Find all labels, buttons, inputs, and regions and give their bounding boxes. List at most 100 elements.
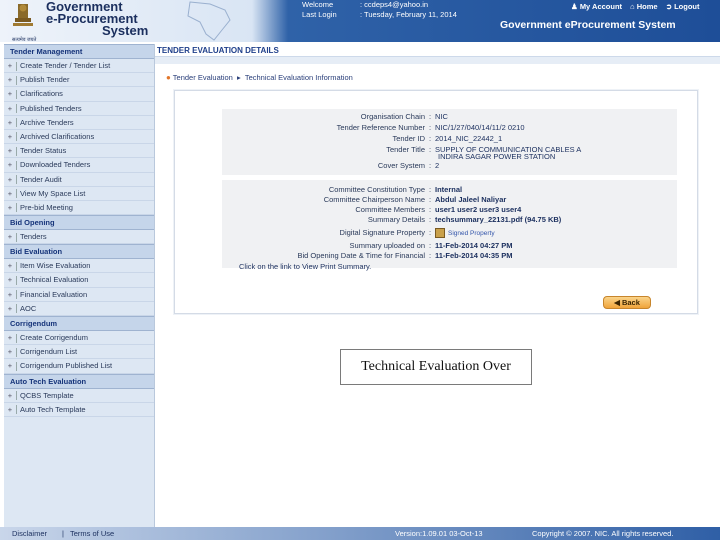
breadcrumb-item-tender-evaluation[interactable]: Tender Evaluation [173, 73, 233, 82]
item-divider [16, 75, 17, 85]
expand-icon: + [7, 333, 13, 342]
home-link[interactable]: ⌂ Home [630, 2, 657, 11]
sidebar-item-label: Archived Clarifications [20, 131, 95, 141]
breadcrumb-item-technical-evaluation: Technical Evaluation Information [244, 73, 353, 82]
tender-id-label: Tender ID [392, 134, 425, 143]
signature-icon [435, 228, 445, 239]
committee-type-value: Internal [435, 185, 463, 194]
sidebar-item[interactable]: + Corrigendum Published List [4, 359, 154, 374]
item-divider [16, 304, 17, 314]
sidebar-item[interactable]: + Tenders [4, 230, 154, 245]
sidebar-item[interactable]: + Tender Status [4, 144, 154, 159]
expand-icon: + [7, 117, 13, 127]
tender-id-row: Tender ID:2014_NIC_22442_1 [300, 134, 502, 143]
expand-icon: + [7, 61, 13, 70]
item-divider [16, 132, 17, 142]
sidebar-item[interactable]: + Financial Evaluation [4, 288, 154, 302]
welcome-value: : ccdeps4@yahoo.in [360, 0, 429, 9]
tender-ref-label: Tender Reference Number [336, 123, 425, 132]
logout-label: Logout [674, 2, 700, 11]
sidebar-item-label: View My Space List [20, 188, 86, 198]
item-divider [16, 347, 17, 357]
members-value: user1 user2 user3 user4 [435, 205, 522, 214]
my-account-link[interactable]: ♟ My Account [571, 2, 622, 11]
sidebar-item[interactable]: + Tender Audit [4, 173, 154, 187]
logout-link[interactable]: ➲ Logout [666, 2, 700, 11]
chairperson-row: Committee Chairperson Name: Abdul Jaleel … [240, 195, 507, 204]
disclaimer-link[interactable]: Disclaimer [12, 529, 47, 538]
system-title: Government eProcurement System [500, 19, 676, 31]
signed-property-link[interactable]: Signed Property [448, 229, 495, 238]
expand-icon: + [7, 131, 13, 141]
sidebar-item[interactable]: + Corrigendum List [4, 345, 154, 360]
expand-icon: + [7, 289, 13, 299]
sidebar-item[interactable]: + Item Wise Evaluation [4, 259, 154, 274]
sidebar-section-title: Bid Opening [4, 215, 154, 231]
emblem-motto: सत्यमेव जयते [12, 37, 37, 43]
sidebar-item-label: Pre-bid Meeting [20, 202, 73, 212]
sidebar-item-label: Downloaded Tenders [20, 160, 91, 170]
last-login-value: : Tuesday, February 11, 2014 [360, 10, 457, 19]
cover-system-value: 2 [435, 161, 440, 170]
summary-row: Summary Details: techsummary_22131.pdf (9… [240, 215, 561, 224]
sidebar-section-title: Corrigendum [4, 316, 154, 331]
sidebar-item[interactable]: + Auto Tech Template [4, 403, 154, 417]
bid-opening-value: 11-Feb-2014 04:35 PM [435, 251, 513, 260]
last-login-label: Last Login [302, 10, 337, 19]
item-divider [16, 391, 17, 401]
item-divider [16, 261, 17, 271]
sidebar-item[interactable]: + Create Tender / Tender List [4, 59, 154, 74]
breadcrumb: ● Tender Evaluation ▸ Technical Evaluati… [166, 73, 353, 82]
back-button[interactable]: ◀ Back [603, 296, 651, 309]
sidebar-item-label: Technical Evaluation [20, 275, 89, 285]
sidebar-item[interactable]: + Create Corrigendum [4, 331, 154, 346]
sidebar-item[interactable]: + QCBS Template [4, 389, 154, 403]
sidebar-item[interactable]: + Downloaded Tenders [4, 158, 154, 173]
tender-title-row-2: INDIRA SAGAR POWER STATION [438, 152, 555, 161]
sidebar-item-label: Corrigendum Published List [20, 361, 113, 371]
sidebar-item[interactable]: + View My Space List [4, 187, 154, 201]
sidebar-item[interactable]: + Published Tenders [4, 102, 154, 116]
sidebar-item[interactable]: + AOC [4, 302, 154, 316]
chairperson-label: Committee Chairperson Name [323, 195, 425, 204]
emblem-icon [13, 4, 33, 26]
expand-icon: + [7, 188, 13, 198]
committee-type-row: Committee Constitution Type: Internal [240, 185, 462, 194]
sidebar-item[interactable]: + Archive Tenders [4, 116, 154, 130]
expand-icon: + [7, 404, 13, 414]
sidebar-item[interactable]: + Archived Clarifications [4, 130, 154, 145]
sidebar-item-label: Tender Status [20, 146, 67, 156]
item-divider [16, 118, 17, 128]
sidebar-item[interactable]: + Technical Evaluation [4, 273, 154, 288]
expand-icon: + [7, 160, 13, 170]
sidebar-section-title: Bid Evaluation [4, 244, 154, 260]
sidebar-section-title: Auto Tech Evaluation [4, 373, 154, 389]
item-divider [16, 175, 17, 185]
brand-line-3: System [102, 23, 149, 38]
summary-file-link[interactable]: techsummary_22131.pdf (94.75 KB) [435, 215, 561, 224]
welcome-block: Welcome: ccdeps4@yahoo.in Last Login: Tu… [302, 0, 457, 20]
expand-icon: + [7, 75, 13, 85]
print-summary-link[interactable]: Click on the link to View Print Summary. [239, 262, 371, 271]
item-divider [16, 104, 17, 114]
footer: Disclaimer | Terms of Use Version:1.09.0… [0, 527, 720, 540]
sidebar-item-label: Tender Audit [20, 174, 62, 184]
sidebar-item-label: Financial Evaluation [20, 289, 88, 299]
bid-opening-row: Bid Opening Date & Time for Financial:11… [240, 251, 513, 260]
sidebar-item-label: Auto Tech Template [20, 404, 86, 414]
tender-id-value: 2014_NIC_22442_1 [435, 134, 503, 143]
uploaded-value: 11-Feb-2014 04:27 PM [435, 241, 513, 250]
committee-type-label: Committee Constitution Type [328, 185, 425, 194]
tender-ref-value: NIC/1/27/040/14/11/2 0210 [435, 123, 525, 132]
sidebar-item[interactable]: + Pre-bid Meeting [4, 201, 154, 216]
sidebar-item[interactable]: + Clarifications [4, 87, 154, 102]
item-divider [16, 333, 17, 343]
terms-link[interactable]: Terms of Use [70, 529, 114, 538]
home-label: Home [636, 2, 658, 11]
breadcrumb-arrow-icon: ● [166, 73, 171, 82]
sidebar-item[interactable]: + Publish Tender [4, 73, 154, 88]
expand-icon: + [7, 103, 13, 113]
sidebar-item-label: Clarifications [20, 89, 63, 99]
sidebar-item-label: Corrigendum List [20, 347, 78, 357]
expand-icon: + [7, 261, 13, 271]
